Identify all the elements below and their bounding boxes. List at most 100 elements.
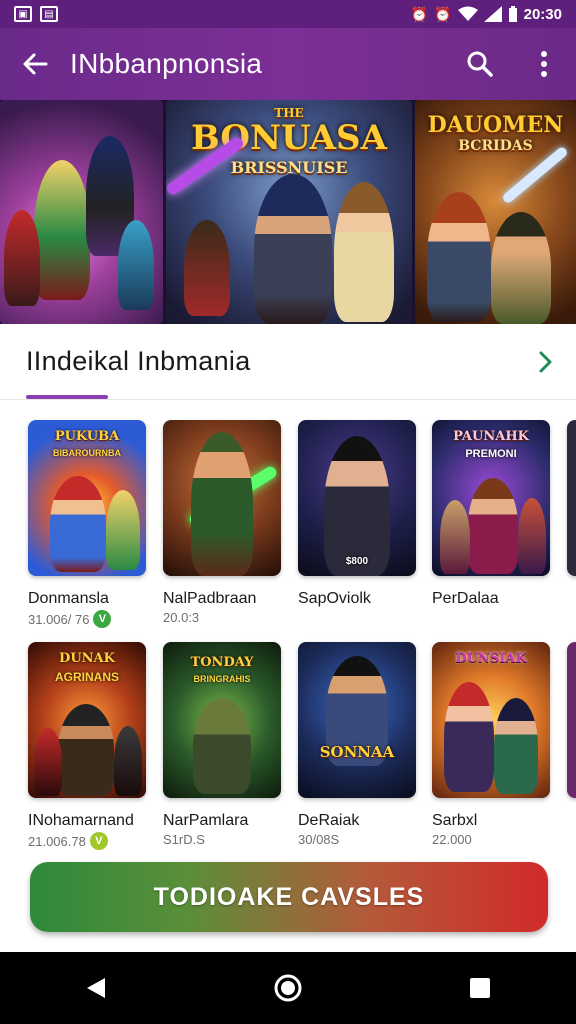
banner-card-1[interactable] bbox=[0, 100, 163, 324]
game-grid: PUKUBA BIBAROURNBA Donmansla 31.006/ 76 … bbox=[0, 400, 576, 860]
search-button[interactable] bbox=[448, 28, 512, 100]
cover-subtitle: PREMONI bbox=[465, 448, 517, 460]
hero-figure bbox=[254, 174, 332, 324]
system-nav-bar bbox=[0, 952, 576, 1024]
game-meta-text: 21.006.78 bbox=[28, 833, 86, 849]
arrow-left-icon bbox=[23, 53, 48, 75]
nav-recents-icon bbox=[470, 978, 490, 998]
wifi-icon bbox=[457, 6, 478, 21]
hero-figure bbox=[193, 698, 251, 794]
game-meta: 22.000 bbox=[432, 832, 550, 847]
hero-figure bbox=[440, 500, 470, 574]
game-cover[interactable]: DUNSIAK bbox=[432, 642, 550, 798]
hero-figure bbox=[427, 192, 491, 322]
photo-icon: ▣ bbox=[14, 6, 32, 22]
hero-figure bbox=[468, 478, 518, 574]
back-button[interactable] bbox=[0, 28, 70, 100]
game-cover[interactable]: SONNAA bbox=[298, 642, 416, 798]
game-name: NarPamlara bbox=[163, 812, 249, 829]
battery-icon bbox=[508, 6, 517, 22]
game-cover[interactable] bbox=[567, 642, 576, 798]
hero-figure bbox=[58, 704, 114, 796]
game-meta: 21.006.78 V bbox=[28, 832, 146, 850]
hero-figure bbox=[114, 726, 142, 796]
status-left-icons: ▣ ▤ bbox=[14, 6, 58, 22]
search-icon bbox=[467, 51, 493, 77]
hero-figure bbox=[444, 682, 494, 792]
game-meta: 30/08S bbox=[298, 832, 416, 847]
game-name: PerDalaa bbox=[432, 590, 499, 607]
cover-title: SONNAA bbox=[319, 743, 395, 761]
nav-home-button[interactable] bbox=[258, 958, 318, 1018]
game-tile[interactable]: DUNSIAK Sarbxl 22.000 bbox=[432, 642, 550, 847]
cover-subtitle: BIBAROURNBA bbox=[53, 448, 121, 458]
nav-recents-button[interactable] bbox=[450, 958, 510, 1018]
game-cover[interactable]: PAUNAHK PREMONI bbox=[432, 420, 550, 576]
cover-subtitle: BRINGRAHIS bbox=[193, 674, 251, 684]
banner-card-2[interactable]: THE BONUASA BRISSNUISE bbox=[166, 100, 412, 324]
game-meta-text: 20.0:3 bbox=[163, 610, 200, 625]
game-meta-text: 31.006/ 76 bbox=[28, 611, 90, 627]
verified-badge-icon: V bbox=[89, 832, 108, 850]
game-name: DeRaiak bbox=[298, 812, 360, 829]
game-name: INohamarnand bbox=[28, 812, 134, 829]
hero-figure bbox=[50, 476, 106, 572]
game-tile[interactable]: TONDAY BRINGRAHIS NarPamlara S1rD.S bbox=[163, 642, 281, 847]
game-name: Sarbxl bbox=[432, 812, 478, 829]
status-right-icons: ⏰ ⏰ 20:30 bbox=[411, 6, 562, 23]
game-meta: 31.006/ 76 V bbox=[28, 610, 146, 628]
app-bar: INbbanpnonsia bbox=[0, 28, 576, 100]
hero-figure bbox=[34, 728, 62, 796]
hero-figure bbox=[491, 212, 551, 324]
section-more-button[interactable] bbox=[516, 351, 576, 373]
hero-figure bbox=[334, 182, 394, 322]
hero-figure bbox=[4, 210, 40, 306]
game-cover[interactable] bbox=[163, 420, 281, 576]
alarm-icon: ⏰ bbox=[434, 5, 452, 22]
hero-figure bbox=[191, 432, 253, 576]
game-cover[interactable]: PUKUBA BIBAROURNBA bbox=[28, 420, 146, 576]
chevron-right-icon bbox=[539, 351, 552, 372]
cover-title: DUNSIAK bbox=[455, 651, 527, 666]
verified-badge-icon: V bbox=[93, 610, 112, 628]
cover-title: PAUNAHK bbox=[453, 429, 529, 444]
game-cover[interactable]: DUNAK AGRINANS bbox=[28, 642, 146, 798]
signal-icon bbox=[483, 6, 502, 22]
cover-subtitle: $800 bbox=[345, 556, 369, 567]
game-tile[interactable]: PAUNAHK PREMONI PerDalaa bbox=[432, 420, 550, 610]
game-name: NalPadbraan bbox=[163, 590, 257, 607]
game-cover[interactable]: $800 bbox=[298, 420, 416, 576]
banner-card-subtitle: BCRIDAS bbox=[458, 138, 533, 154]
cover-subtitle: AGRINANS bbox=[54, 670, 119, 684]
game-meta: 20.0:3 bbox=[163, 610, 281, 625]
game-tile[interactable]: $800 SapOviolk bbox=[298, 420, 416, 610]
gallery-icon: ▤ bbox=[40, 6, 58, 22]
nav-home-icon bbox=[274, 974, 302, 1002]
game-tile[interactable]: SONNAA DeRaiak 30/08S bbox=[298, 642, 416, 847]
game-cover[interactable] bbox=[567, 420, 576, 576]
status-time: 20:30 bbox=[523, 5, 562, 23]
cover-title: PUKUBA bbox=[54, 429, 120, 444]
game-meta: S1rD.S bbox=[163, 832, 281, 847]
status-bar: ▣ ▤ ⏰ ⏰ 20:30 bbox=[0, 0, 576, 28]
more-options-button[interactable] bbox=[512, 28, 576, 100]
primary-action-button[interactable]: TODIOAKE CAVSLES bbox=[30, 862, 548, 932]
banner-card-3[interactable]: DAUOMEN BCRIDAS bbox=[415, 100, 576, 324]
game-meta-text: 30/08S bbox=[298, 832, 340, 847]
game-name: Donmansla bbox=[28, 590, 109, 607]
nav-back-button[interactable] bbox=[66, 958, 126, 1018]
game-tile[interactable]: PUKUBA BIBAROURNBA Donmansla 31.006/ 76 … bbox=[28, 420, 146, 628]
game-tile-partial[interactable] bbox=[567, 420, 576, 576]
game-cover[interactable]: TONDAY BRINGRAHIS bbox=[163, 642, 281, 798]
game-tile[interactable]: DUNAK AGRINANS INohamarnand 21.006.78 V bbox=[28, 642, 146, 850]
game-tile-partial[interactable] bbox=[567, 642, 576, 798]
hero-figure bbox=[518, 498, 546, 574]
hero-figure bbox=[324, 436, 390, 576]
hero-figure bbox=[118, 220, 154, 310]
featured-banner-carousel[interactable]: THE BONUASA BRISSNUISE DAUOMEN BCRIDAS bbox=[0, 100, 576, 324]
hero-figure bbox=[106, 490, 140, 570]
game-tile[interactable]: NalPadbraan 20.0:3 bbox=[163, 420, 281, 625]
section-title: IIndeikal Inbmania bbox=[26, 346, 251, 376]
game-meta-text: S1rD.S bbox=[163, 832, 205, 847]
section-header[interactable]: IIndeikal Inbmania bbox=[0, 324, 576, 400]
